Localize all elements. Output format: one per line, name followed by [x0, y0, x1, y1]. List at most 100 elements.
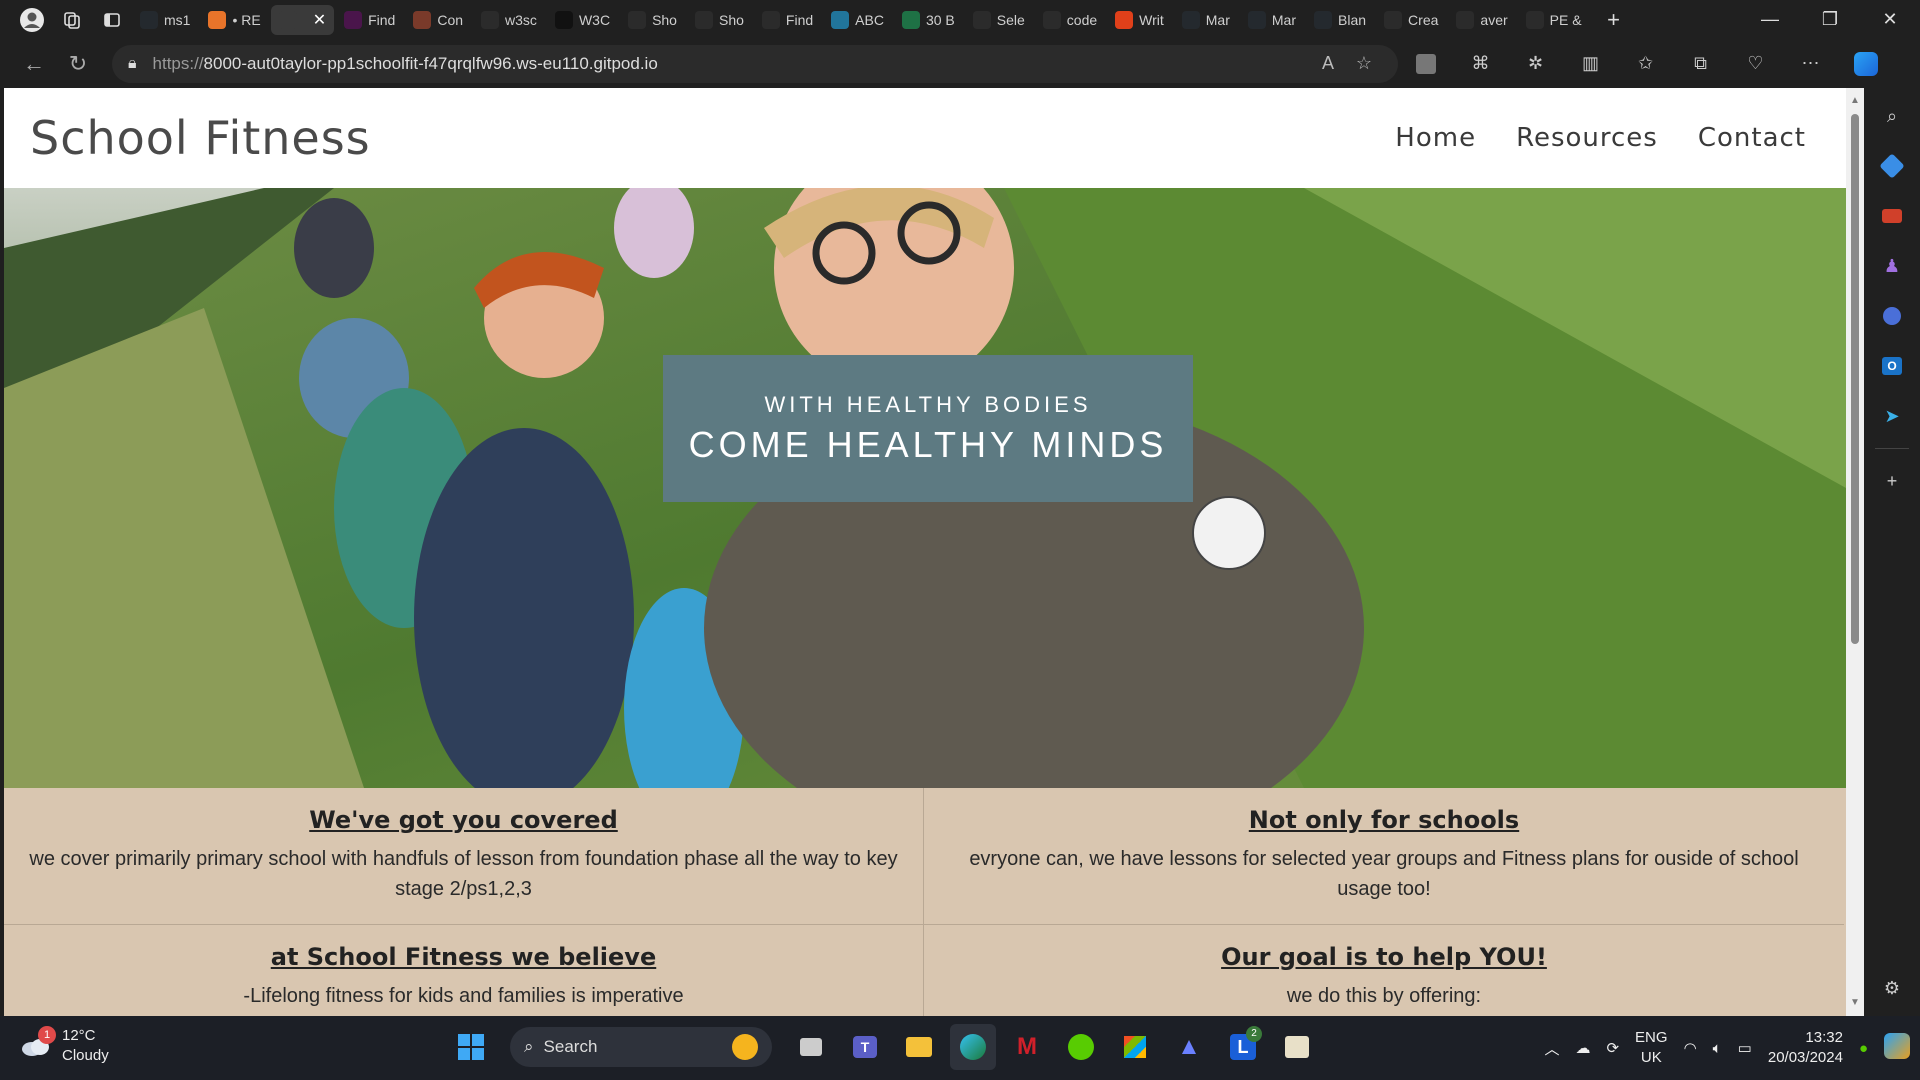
favorite-star-icon[interactable]: ☆ — [1346, 53, 1382, 74]
search-icon: ⌕ — [524, 1037, 534, 1056]
settings-gear-icon[interactable]: ⚙ — [1874, 970, 1910, 1006]
close-tab-icon[interactable]: ✕ — [313, 10, 326, 30]
hero-banner: WITH HEALTHY BODIES COME HEALTHY MINDS — [663, 355, 1193, 502]
page-scrollbar[interactable]: ▲ ▼ — [1846, 88, 1864, 1016]
browser-tab[interactable]: aver — [1448, 5, 1515, 35]
hero-title: COME HEALTHY MINDS — [688, 423, 1168, 465]
browser-tab[interactable]: Writ — [1107, 5, 1172, 35]
profile-icon[interactable] — [12, 4, 52, 36]
scrollbar-thumb[interactable] — [1851, 114, 1859, 644]
vpn-app-icon[interactable]: ▲ — [1166, 1024, 1212, 1070]
shopping-tag-icon[interactable] — [1874, 148, 1910, 184]
site-logo[interactable]: School Fitness — [30, 111, 371, 165]
onedrive-cloud-icon[interactable]: ☁ — [1575, 1039, 1590, 1057]
minimize-button[interactable]: — — [1740, 0, 1800, 39]
notifications-bell-icon[interactable]: ● — [1859, 1040, 1868, 1057]
copilot-icon[interactable] — [1838, 44, 1893, 84]
collections-icon[interactable]: ⧉ — [1673, 44, 1728, 84]
mcafee-icon[interactable]: M — [1004, 1024, 1050, 1070]
edge-icon[interactable] — [950, 1024, 996, 1070]
restore-button[interactable]: ❐ — [1800, 0, 1860, 39]
browser-tab[interactable]: W3C — [547, 5, 618, 35]
refresh-icon[interactable]: ↻ — [56, 44, 100, 84]
browser-tab[interactable]: w3sc — [473, 5, 545, 35]
site-nav: Home Resources Contact — [1395, 123, 1806, 153]
file-explorer-icon[interactable] — [896, 1024, 942, 1070]
wifi-icon[interactable]: ◠ — [1684, 1039, 1697, 1057]
browser-tab[interactable]: 30 B — [894, 5, 963, 35]
copilot-extension-icon[interactable]: ⌘ — [1453, 44, 1508, 84]
l-app-icon[interactable]: L 2 — [1220, 1024, 1266, 1070]
browser-tab[interactable]: Blan — [1306, 5, 1374, 35]
sync-icon[interactable]: ⟳ — [1606, 1039, 1619, 1057]
lock-icon[interactable]: 🔒︎ — [128, 55, 137, 73]
tab-label: Sho — [718, 11, 744, 28]
teams-icon[interactable]: T — [842, 1024, 888, 1070]
address-bar[interactable]: 🔒︎ https://8000-aut0taylor-pp1schoolfit-… — [112, 44, 1398, 83]
globe-icon — [1384, 10, 1403, 29]
extensions-icon[interactable]: ✲ — [1508, 44, 1563, 84]
task-view-icon[interactable] — [788, 1024, 834, 1070]
close-window-button[interactable]: ✕ — [1860, 0, 1920, 39]
battery-icon[interactable]: ▭ — [1738, 1039, 1752, 1057]
copilot-taskbar-icon[interactable] — [1884, 1033, 1910, 1063]
browser-tab[interactable]: Sho — [620, 5, 685, 35]
extension-icon[interactable] — [1398, 44, 1453, 84]
clock[interactable]: 13:32 20/03/2024 — [1768, 1028, 1843, 1068]
store-icon[interactable] — [1112, 1024, 1158, 1070]
browser-tab[interactable]: ms1 — [132, 5, 198, 35]
duolingo-icon[interactable] — [1058, 1024, 1104, 1070]
search-label: Search — [543, 1037, 598, 1056]
copilot-sidebar-icon[interactable] — [1874, 298, 1910, 334]
github-icon — [1181, 10, 1200, 29]
browser-tab[interactable]: Find — [336, 5, 403, 35]
search-icon[interactable]: ⌕ — [1874, 98, 1910, 134]
browser-tab[interactable]: Crea — [1376, 5, 1446, 35]
clock-time: 13:32 — [1805, 1029, 1843, 1046]
taskbar-search[interactable]: ⌕ Search — [510, 1027, 772, 1067]
browser-tab[interactable]: Find — [754, 5, 821, 35]
scroll-down-icon[interactable]: ▼ — [1846, 994, 1864, 1012]
games-icon[interactable]: ♟ — [1874, 248, 1910, 284]
tools-icon[interactable] — [1874, 198, 1910, 234]
browser-tab[interactable]: Con — [405, 5, 471, 35]
browser-tab[interactable]: ABC — [823, 5, 892, 35]
keyboard-region: UK — [1640, 1049, 1662, 1066]
info-card: Not only for schools evryone can, we hav… — [924, 788, 1844, 925]
browser-tab[interactable]: PE & — [1518, 5, 1590, 35]
send-icon[interactable]: ➤ — [1874, 398, 1910, 434]
outlook-icon[interactable]: O — [1874, 348, 1910, 384]
browser-tab[interactable]: ✕ — [270, 4, 335, 35]
new-tab-button[interactable]: + — [1596, 5, 1632, 35]
browser-tab[interactable]: Sho — [687, 5, 752, 35]
tab-label: Find — [368, 11, 396, 28]
nav-contact-link[interactable]: Contact — [1698, 123, 1806, 153]
nav-resources-link[interactable]: Resources — [1516, 123, 1658, 153]
language-indicator[interactable]: ENG UK — [1635, 1028, 1668, 1068]
chevron-up-icon[interactable]: ︿ — [1544, 1038, 1559, 1059]
split-screen-icon[interactable]: ▥ — [1563, 44, 1618, 84]
tab-actions-icon[interactable] — [92, 4, 132, 36]
card-text: evryone can, we have lessons for selecte… — [969, 848, 1799, 900]
add-icon[interactable]: + — [1874, 463, 1910, 499]
windows-start-icon[interactable] — [448, 1024, 494, 1070]
more-menu-icon[interactable]: ⋯ — [1783, 44, 1838, 84]
tab-label: • RE — [232, 11, 261, 28]
nav-home-link[interactable]: Home — [1395, 123, 1476, 153]
weather-widget[interactable]: 1 12°C Cloudy — [20, 1026, 109, 1066]
url-text[interactable]: https://8000-aut0taylor-pp1schoolfit-f47… — [153, 54, 1310, 74]
browser-tab[interactable]: Mar — [1174, 5, 1238, 35]
card-text: we cover primarily primary school with h… — [29, 848, 898, 900]
read-aloud-icon[interactable]: A — [1310, 53, 1346, 74]
image-editor-icon[interactable] — [1274, 1024, 1320, 1070]
browser-tab[interactable]: Mar — [1240, 5, 1304, 35]
browser-tab[interactable]: code — [1035, 5, 1105, 35]
scroll-up-icon[interactable]: ▲ — [1846, 92, 1864, 110]
performance-icon[interactable]: ♡ — [1728, 44, 1783, 84]
back-icon[interactable]: ← — [12, 44, 56, 84]
volume-icon[interactable]: 🔈︎ — [1713, 1040, 1722, 1057]
browser-tab[interactable]: • RE — [200, 5, 268, 35]
favorites-icon[interactable]: ✩ — [1618, 44, 1673, 84]
workspaces-icon[interactable] — [52, 4, 92, 36]
browser-tab[interactable]: Sele — [965, 5, 1033, 35]
